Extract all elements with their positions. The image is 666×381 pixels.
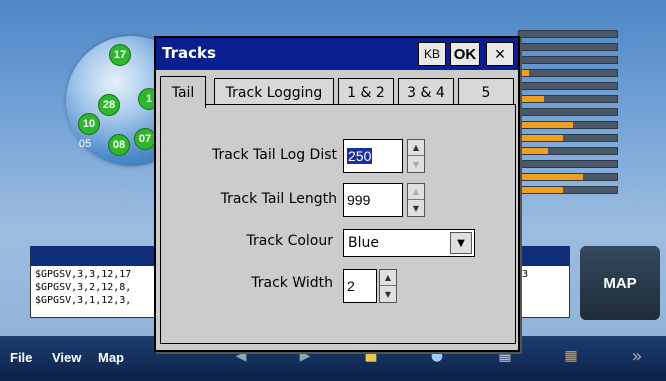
signal-bar [518, 147, 618, 155]
signal-bar-fill [519, 135, 564, 141]
signal-bar [518, 95, 618, 103]
tail-settings-panel: Track Tail Log Dist 250 ▲ ▼ Track Tail L… [160, 104, 516, 344]
signal-bar-fill [519, 148, 549, 154]
signal-bar [518, 82, 618, 90]
signal-bar [518, 43, 618, 51]
satellite-marker: 05 [78, 138, 92, 150]
spin-up-icon[interactable]: ▲ [408, 184, 424, 200]
satellite-marker: 07 [134, 128, 156, 150]
length-value: 999 [347, 192, 371, 208]
tab-tail[interactable]: Tail [160, 76, 206, 108]
signal-bar-fill [519, 70, 529, 76]
menu-view[interactable]: View [52, 350, 81, 365]
width-spinner[interactable]: ▲ ▼ [379, 269, 397, 303]
signal-strength-bars [518, 30, 618, 199]
dropdown-arrow-icon[interactable]: ▼ [450, 232, 472, 254]
menu-map[interactable]: Map [98, 350, 124, 365]
signal-bar [518, 160, 618, 168]
length-spinner[interactable]: ▲ ▼ [407, 183, 425, 217]
satellite-marker: 08 [108, 134, 130, 156]
ok-button[interactable]: OK [450, 42, 480, 66]
log-dist-input[interactable]: 250 [343, 139, 403, 173]
spin-down-icon[interactable]: ▼ [380, 286, 396, 302]
spin-down-icon[interactable]: ▼ [408, 200, 424, 216]
colour-grid-icon[interactable]: ▦ [562, 348, 580, 364]
tab-strip: Tail Track Logging 1 & 2 3 & 4 5 [160, 76, 516, 108]
width-value: 2 [347, 278, 355, 294]
satellite-marker: 17 [109, 44, 131, 66]
signal-bar-fill [519, 174, 583, 180]
dialog-titlebar: Tracks KB OK × [156, 38, 518, 70]
menu-file[interactable]: File [10, 350, 32, 365]
map-button[interactable]: MAP [580, 246, 660, 320]
satellite-marker: 28 [98, 94, 120, 116]
width-input[interactable]: 2 [343, 269, 377, 303]
more-chevron-icon[interactable]: » [628, 346, 646, 367]
tab-1-2[interactable]: 1 & 2 [338, 78, 394, 106]
keyboard-button[interactable]: KB [418, 42, 446, 66]
colour-value: Blue [348, 235, 379, 251]
signal-bar [518, 108, 618, 116]
signal-bar-fill [519, 122, 573, 128]
signal-bar [518, 56, 618, 64]
signal-bar [518, 30, 618, 38]
log-dist-spinner[interactable]: ▲ ▼ [407, 139, 425, 173]
signal-bar [518, 186, 618, 194]
length-input[interactable]: 999 [343, 183, 403, 217]
tab-3-4[interactable]: 3 & 4 [398, 78, 454, 106]
signal-bar-fill [519, 96, 544, 102]
width-label: Track Width [251, 275, 333, 291]
signal-bar [518, 69, 618, 77]
tracks-dialog: Tracks KB OK × Tail Track Logging 1 & 2 … [154, 36, 520, 352]
tab-5[interactable]: 5 [458, 78, 514, 106]
colour-label: Track Colour [246, 233, 333, 249]
signal-bar [518, 121, 618, 129]
signal-bar-fill [519, 187, 564, 193]
spin-up-icon[interactable]: ▲ [380, 270, 396, 286]
length-label: Track Tail Length [220, 191, 337, 207]
log-dist-value: 250 [347, 148, 373, 164]
spin-down-icon[interactable]: ▼ [408, 156, 424, 172]
dialog-title: Tracks [162, 44, 216, 62]
colour-select[interactable]: Blue ▼ [343, 229, 475, 257]
signal-bar [518, 134, 618, 142]
close-button[interactable]: × [486, 42, 514, 66]
spin-up-icon[interactable]: ▲ [408, 140, 424, 156]
tab-track-logging[interactable]: Track Logging [214, 78, 334, 106]
satellite-marker: 10 [78, 113, 100, 135]
log-dist-label: Track Tail Log Dist [211, 147, 337, 163]
signal-bar [518, 173, 618, 181]
